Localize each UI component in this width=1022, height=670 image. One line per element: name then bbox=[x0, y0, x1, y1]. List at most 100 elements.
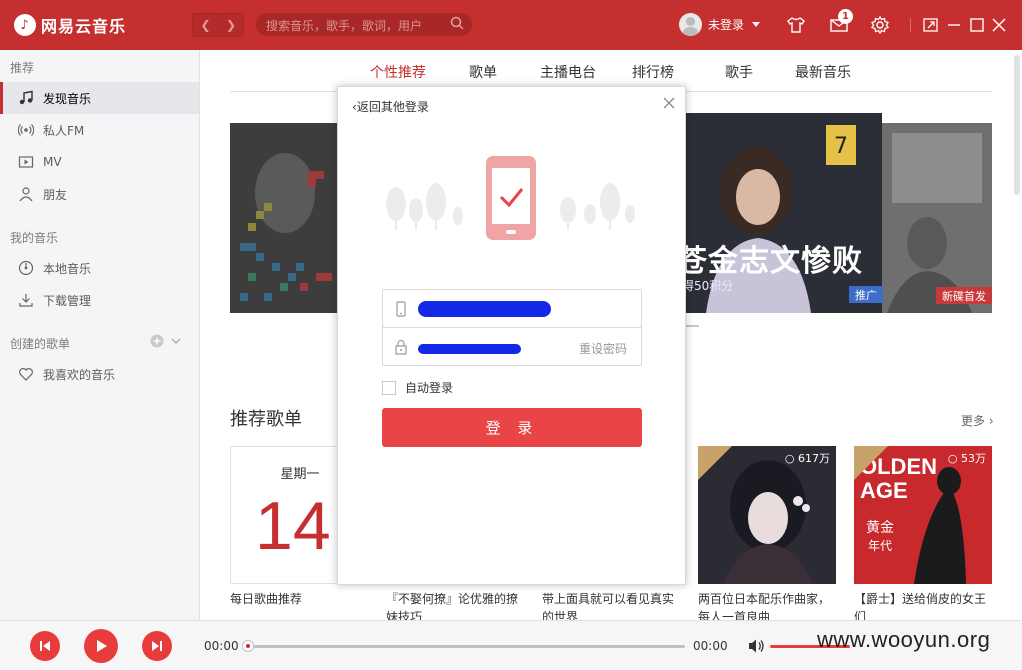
corner-tag bbox=[698, 446, 732, 480]
history-nav: ❮ ❯ bbox=[192, 13, 244, 37]
phone-field[interactable] bbox=[382, 289, 642, 328]
play-count: ○ 53万 bbox=[948, 450, 986, 466]
title-bar: ♪ 网易云音乐 ❮ ❯ 搜索音乐，歌手，歌词，用户 未登录 1 bbox=[0, 0, 1022, 50]
tab-new-music[interactable]: 最新音乐 bbox=[795, 62, 851, 82]
app-window: ♪ 网易云音乐 ❮ ❯ 搜索音乐，歌手，歌词，用户 未登录 1 推荐 发现音乐 … bbox=[0, 0, 1022, 670]
forward-arrow-icon[interactable]: ❯ bbox=[218, 14, 243, 36]
chevron-down-icon[interactable] bbox=[752, 22, 761, 27]
sidebar-item-local-music[interactable]: 本地音乐 bbox=[0, 252, 199, 284]
next-icon bbox=[152, 641, 162, 651]
search-input[interactable]: 搜索音乐，歌手，歌词，用户 bbox=[256, 13, 472, 36]
title-divider bbox=[910, 18, 911, 32]
app-logo[interactable]: ♪ 网易云音乐 bbox=[14, 13, 126, 37]
search-icon[interactable] bbox=[450, 16, 464, 30]
sidebar-item-personal-fm[interactable]: 私人FM bbox=[0, 114, 199, 146]
sidebar-item-discover-music[interactable]: 发现音乐 bbox=[0, 82, 199, 114]
sidebar-section-recommend: 推荐 bbox=[10, 61, 35, 75]
avatar[interactable] bbox=[679, 13, 702, 36]
progress-knob[interactable] bbox=[242, 640, 254, 652]
more-label: 更多 bbox=[961, 414, 986, 428]
play-count: ○ 617万 bbox=[785, 450, 830, 466]
card-caption[interactable]: 【爵士】送给俏皮的女王们 bbox=[854, 590, 994, 620]
user-menu[interactable]: 未登录 bbox=[679, 13, 761, 36]
progress-bar[interactable] bbox=[246, 645, 685, 648]
total-time: 00:00 bbox=[693, 639, 728, 653]
tab-personalized[interactable]: 个性推荐 bbox=[370, 62, 426, 82]
skin-shirt-icon[interactable] bbox=[786, 15, 806, 35]
headphones-icon: ○ bbox=[947, 452, 961, 465]
lock-icon bbox=[395, 339, 407, 355]
reset-password-link[interactable]: 重设密码 bbox=[579, 340, 627, 357]
card-caption[interactable]: 带上面具就可以看见真实的世界 bbox=[542, 590, 682, 620]
minimize-icon[interactable] bbox=[944, 15, 964, 35]
close-window-icon[interactable] bbox=[989, 15, 1009, 35]
playlist-cover-jazz[interactable]: OLDEN AGE 黄金 年代 ○ 53万 bbox=[854, 446, 992, 584]
play-count-value: 53万 bbox=[961, 452, 986, 465]
tab-charts[interactable]: 排行榜 bbox=[632, 62, 674, 82]
auto-login-label: 自动登录 bbox=[405, 381, 454, 395]
corner-tag bbox=[854, 446, 888, 480]
tab-artists[interactable]: 歌手 bbox=[725, 62, 753, 82]
card-caption[interactable]: 『不娶何撩』论优雅的撩妹技巧 bbox=[386, 590, 526, 620]
svg-text:黄金: 黄金 bbox=[866, 519, 894, 536]
sidebar-item-label: 我喜欢的音乐 bbox=[43, 367, 116, 382]
sidebar-section-created-playlists: 创建的歌单 bbox=[10, 337, 71, 351]
add-playlist-icon[interactable] bbox=[150, 334, 164, 348]
previous-icon bbox=[40, 641, 50, 651]
banner-subtext: 得50积分 bbox=[682, 279, 734, 293]
login-button[interactable]: 登 录 bbox=[382, 408, 642, 447]
card-caption[interactable]: 两百位日本配乐作曲家，每人一首良曲 bbox=[698, 590, 838, 620]
sidebar-item-liked-music[interactable]: 我喜欢的音乐 bbox=[0, 358, 199, 390]
app-name: 网易云音乐 bbox=[41, 17, 127, 36]
playlist-controls bbox=[150, 334, 182, 348]
banner-next-image[interactable] bbox=[882, 123, 992, 313]
download-icon bbox=[19, 294, 33, 307]
next-track-button[interactable] bbox=[142, 631, 172, 661]
previous-track-button[interactable] bbox=[30, 631, 60, 661]
more-link[interactable]: 更多 › bbox=[961, 412, 994, 429]
auto-login-checkbox[interactable] bbox=[382, 380, 396, 395]
scrollbar-thumb[interactable] bbox=[1014, 55, 1020, 195]
svg-text:年代: 年代 bbox=[868, 539, 892, 553]
tetris-album-art bbox=[230, 123, 340, 313]
sidebar-item-label: 本地音乐 bbox=[43, 261, 92, 276]
music-note-icon bbox=[19, 90, 33, 105]
headphones-icon: ○ bbox=[784, 452, 798, 465]
tab-playlists[interactable]: 歌单 bbox=[469, 62, 497, 82]
play-button[interactable] bbox=[84, 629, 118, 663]
banner-prev-image[interactable] bbox=[230, 123, 340, 313]
banner-tag-new-album: 新碟首发 bbox=[936, 287, 992, 304]
close-icon[interactable] bbox=[662, 96, 676, 110]
back-to-other-login[interactable]: ‹返回其他登录 bbox=[352, 98, 429, 115]
local-music-icon bbox=[18, 260, 34, 276]
section-title-recommended-playlists: 推荐歌单 bbox=[230, 409, 302, 430]
auto-login-option[interactable]: 自动登录 bbox=[382, 379, 453, 396]
day-number: 14 bbox=[255, 488, 331, 564]
sidebar-item-label: MV bbox=[43, 155, 62, 169]
back-label: 返回其他登录 bbox=[356, 100, 429, 114]
banner-tag-promo: 推广 bbox=[849, 286, 883, 303]
card-caption[interactable]: 每日歌曲推荐 bbox=[230, 590, 370, 608]
sidebar-item-label: 下载管理 bbox=[43, 293, 92, 308]
sidebar-item-friends[interactable]: 朋友 bbox=[0, 178, 199, 210]
password-value-redacted bbox=[418, 344, 521, 354]
chevron-down-icon[interactable] bbox=[170, 335, 182, 347]
search-placeholder: 搜索音乐，歌手，歌词，用户 bbox=[266, 19, 423, 33]
playlist-cover-japanese-scores[interactable]: ○ 617万 bbox=[698, 446, 836, 584]
banner-headline: 苍金志文惨败 bbox=[677, 244, 863, 279]
sidebar-item-download-manager[interactable]: 下载管理 bbox=[0, 284, 199, 316]
login-status[interactable]: 未登录 bbox=[708, 16, 744, 33]
mini-mode-icon[interactable] bbox=[921, 15, 941, 35]
sidebar-section-my-music: 我的音乐 bbox=[10, 231, 59, 245]
chevron-right-icon: › bbox=[985, 414, 994, 428]
maximize-icon[interactable] bbox=[967, 15, 987, 35]
sidebar-item-mv[interactable]: MV bbox=[0, 146, 199, 178]
tab-radio[interactable]: 主播电台 bbox=[540, 62, 596, 82]
phone-verify-illustration bbox=[386, 156, 635, 240]
sidebar-item-label: 发现音乐 bbox=[43, 91, 92, 106]
password-field[interactable]: 重设密码 bbox=[382, 327, 642, 366]
gear-icon[interactable] bbox=[870, 15, 890, 35]
volume-icon[interactable] bbox=[747, 638, 765, 654]
back-arrow-icon[interactable]: ❮ bbox=[193, 14, 218, 36]
netease-logo-icon: ♪ bbox=[14, 14, 36, 36]
